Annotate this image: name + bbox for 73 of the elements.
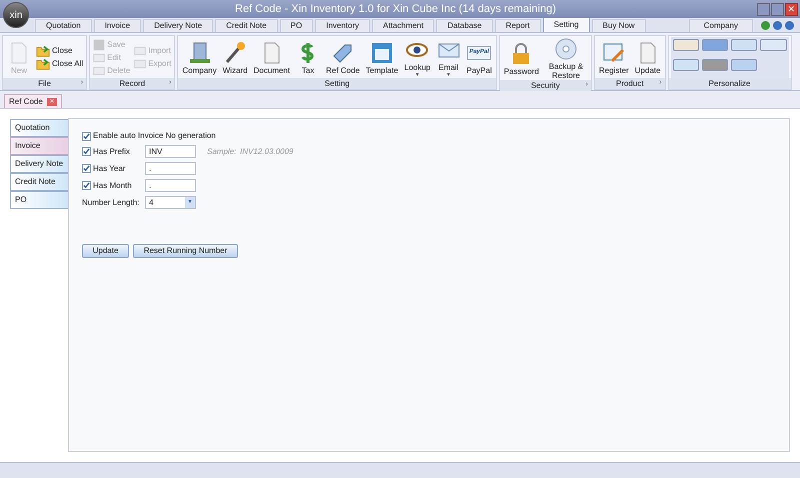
menu-tab[interactable]: PO	[280, 19, 314, 32]
ribbon-button[interactable]: Document	[252, 40, 292, 74]
style-swatch[interactable]	[760, 39, 787, 51]
input-field[interactable]: INV	[145, 145, 196, 158]
ribbon-button[interactable]: Update	[632, 40, 663, 74]
close-button[interactable]: ✕	[785, 2, 798, 16]
group-label: Record	[119, 78, 146, 90]
field-label: Number Length:	[82, 196, 140, 208]
building-icon	[188, 40, 212, 64]
input-field[interactable]: .	[145, 162, 196, 175]
template-icon	[370, 40, 394, 64]
screen-icon	[93, 64, 106, 76]
folder-icon	[36, 44, 50, 58]
checkbox-label: Enable auto Invoice No generation	[93, 130, 216, 142]
form-pencil-icon	[602, 40, 626, 64]
group-label: Security	[530, 80, 560, 92]
group-label: Setting	[324, 78, 350, 90]
wand-icon	[223, 40, 248, 64]
ribbon-button[interactable]: Template	[364, 40, 400, 74]
group-label: Personalize	[708, 78, 750, 90]
ribbon-button[interactable]: Register	[596, 40, 631, 74]
action-button[interactable]: Update	[82, 244, 129, 258]
menu-tab[interactable]: Attachment	[372, 19, 434, 32]
menu-tab[interactable]: Quotation	[35, 19, 92, 32]
style-swatch[interactable]	[702, 39, 728, 51]
group-label: Product	[616, 78, 644, 90]
ribbon-button[interactable]: Company	[180, 40, 219, 74]
style-swatch[interactable]	[731, 59, 758, 71]
ribbon-button[interactable]: Close All	[35, 58, 84, 70]
screen-icon	[134, 45, 146, 57]
ribbon-button[interactable]: Tax	[294, 40, 322, 74]
checkbox[interactable]	[82, 132, 91, 140]
menu-tab[interactable]: Buy Now	[592, 19, 646, 32]
menu-tab[interactable]: Delivery Note	[143, 19, 214, 32]
style-swatch[interactable]	[672, 59, 699, 71]
checkbox-label: Has Year	[93, 162, 126, 174]
ribbon-button[interactable]: Ref Code	[324, 40, 362, 74]
menu-tab[interactable]: Report	[494, 19, 541, 32]
side-tab[interactable]: Quotation	[10, 119, 68, 137]
window-title: Ref Code - Xin Inventory 1.0 for Xin Cube Inc (14 days remaining)	[235, 2, 556, 17]
style-swatch[interactable]	[731, 39, 758, 51]
company-tab[interactable]: Company	[688, 19, 753, 32]
ribbon-button[interactable]: Close	[35, 44, 84, 58]
minimize-button[interactable]	[757, 2, 770, 16]
menu-tab[interactable]: Inventory	[315, 19, 370, 32]
checkbox[interactable]	[82, 164, 91, 173]
checkbox[interactable]	[82, 181, 91, 190]
folder-icon	[36, 57, 50, 71]
screen-icon	[93, 52, 106, 64]
style-swatch[interactable]	[672, 39, 699, 51]
checkbox[interactable]	[82, 147, 91, 156]
group-label: File	[38, 78, 51, 90]
ribbon-button[interactable]: Password	[502, 42, 541, 76]
checkbox-label: Has Month	[93, 180, 133, 192]
menu-tab[interactable]: Setting	[542, 17, 590, 32]
menu-tab[interactable]: Invoice	[94, 19, 142, 32]
sample-label: Sample:	[207, 146, 238, 158]
side-tab[interactable]: Credit Note	[10, 173, 68, 191]
sample-value: INV12.03.0009	[240, 146, 294, 158]
restore-button[interactable]	[771, 2, 784, 16]
ribbon-button[interactable]: Wizard	[220, 40, 250, 74]
ribbon-button[interactable]: Backup & Restore	[542, 37, 589, 80]
menu-tab[interactable]: Database	[436, 19, 493, 32]
action-button[interactable]: Reset Running Number	[133, 244, 238, 258]
menu-tab[interactable]: Credit Note	[215, 19, 278, 32]
app-logo[interactable]: xin	[3, 2, 29, 28]
screen-icon	[134, 58, 146, 70]
checkbox-label: Has Prefix	[93, 146, 131, 158]
side-tab[interactable]: Delivery Note	[10, 155, 68, 173]
input-field[interactable]: .	[145, 179, 196, 192]
side-tab[interactable]: Invoice	[10, 137, 68, 155]
style-swatch[interactable]	[702, 59, 728, 71]
side-tab[interactable]: PO	[10, 191, 68, 209]
